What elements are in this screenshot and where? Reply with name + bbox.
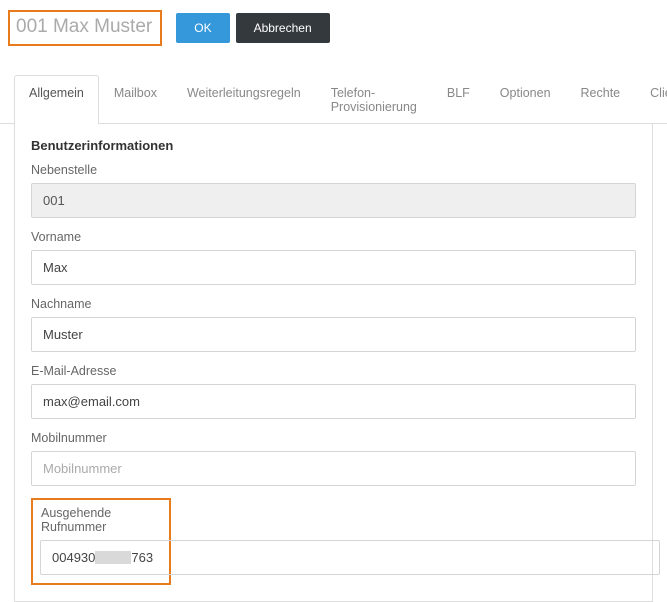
tab-allgemein[interactable]: Allgemein (14, 75, 99, 124)
outgoing-suffix: 763 (131, 550, 153, 565)
input-mobile[interactable] (31, 451, 636, 486)
label-extension: Nebenstelle (31, 163, 636, 177)
outgoing-prefix: 004930 (52, 550, 95, 565)
tab-optionen[interactable]: Optionen (485, 75, 566, 124)
label-lastname: Nachname (31, 297, 636, 311)
ok-button[interactable]: OK (176, 13, 229, 43)
label-mobile: Mobilnummer (31, 431, 636, 445)
label-outgoing: Ausgehende Rufnummer (41, 506, 161, 534)
tab-telefon-provisionierung[interactable]: Telefon-Provisionierung (316, 75, 432, 124)
input-lastname[interactable] (31, 317, 636, 352)
input-firstname[interactable] (31, 250, 636, 285)
input-extension[interactable] (31, 183, 636, 218)
action-buttons: OK Abbrechen (176, 13, 329, 43)
tab-client[interactable]: Client (635, 75, 667, 124)
section-title: Benutzerinformationen (15, 124, 652, 163)
label-firstname: Vorname (31, 230, 636, 244)
tab-bar: Allgemein Mailbox Weiterleitungsregeln T… (0, 74, 667, 124)
tab-rechte[interactable]: Rechte (566, 75, 636, 124)
field-outgoing-highlight: Ausgehende Rufnummer 004930 763 (31, 498, 171, 585)
field-lastname: Nachname (31, 297, 636, 352)
input-email[interactable] (31, 384, 636, 419)
tab-blf[interactable]: BLF (432, 75, 485, 124)
tab-weiterleitungsregeln[interactable]: Weiterleitungsregeln (172, 75, 316, 124)
field-firstname: Vorname (31, 230, 636, 285)
input-outgoing[interactable]: 004930 763 (40, 540, 660, 575)
label-email: E-Mail-Adresse (31, 364, 636, 378)
panel-allgemein: Benutzerinformationen Nebenstelle Vornam… (14, 124, 653, 602)
redacted-segment (95, 551, 131, 564)
field-extension: Nebenstelle (31, 163, 636, 218)
field-email: E-Mail-Adresse (31, 364, 636, 419)
tab-mailbox[interactable]: Mailbox (99, 75, 172, 124)
page-title: 001 Max Muster (8, 10, 162, 46)
field-mobile: Mobilnummer (31, 431, 636, 486)
form: Nebenstelle Vorname Nachname E-Mail-Adre… (15, 163, 652, 601)
cancel-button[interactable]: Abbrechen (236, 13, 330, 43)
header-bar: 001 Max Muster OK Abbrechen (0, 0, 667, 64)
